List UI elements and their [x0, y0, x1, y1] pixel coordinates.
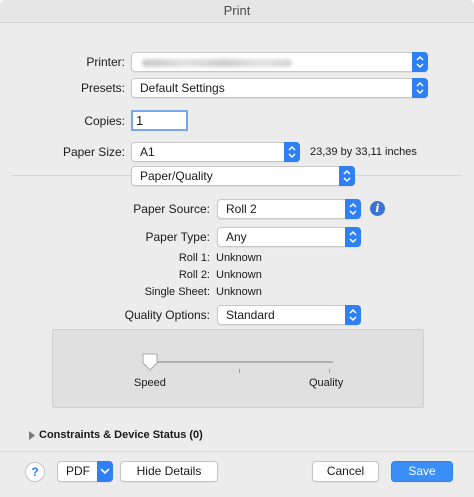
help-icon[interactable]: ? [25, 462, 45, 482]
chevron-updown-icon [412, 52, 428, 72]
print-dialog: Print Printer: Presets: Default Settings… [0, 0, 474, 497]
paper-size-popup[interactable]: A1 [131, 142, 300, 162]
copies-label: Copies: [84, 114, 125, 128]
paper-type-popup[interactable]: Any [217, 227, 361, 247]
copies-field[interactable]: 1 [131, 110, 188, 131]
paper-source-value: Roll 2 [226, 202, 257, 216]
roll1-label: Roll 1: [178, 252, 210, 264]
quality-options-popup[interactable]: Standard [217, 305, 361, 325]
disclosure-triangle-icon[interactable] [28, 431, 36, 440]
paper-source-popup[interactable]: Roll 2 [217, 199, 361, 219]
footer-divider [0, 451, 474, 452]
quality-slider-panel: Speed Quality [52, 329, 424, 408]
slider-knob[interactable] [142, 353, 158, 371]
slider-tick [239, 369, 240, 373]
section-popup[interactable]: Paper/Quality [131, 166, 355, 186]
save-button[interactable]: Save [391, 461, 453, 482]
paper-source-label: Paper Source: [133, 202, 210, 216]
hide-details-button[interactable]: Hide Details [120, 461, 218, 482]
slider-speed-label: Speed [134, 377, 166, 389]
slider-quality-label: Quality [309, 377, 344, 389]
window-title: Print [0, 0, 474, 23]
paper-type-value: Any [226, 230, 247, 244]
roll2-label: Roll 2: [178, 269, 210, 281]
paper-type-label: Paper Type: [145, 230, 211, 244]
presets-value: Default Settings [140, 81, 225, 95]
presets-popup[interactable]: Default Settings [131, 78, 428, 98]
roll1-value: Unknown [216, 252, 262, 264]
chevron-updown-icon [345, 199, 361, 219]
quality-options-value: Standard [226, 308, 275, 322]
chevron-updown-icon [345, 305, 361, 325]
chevron-updown-icon [412, 78, 428, 98]
constraints-disclosure[interactable]: Constraints & Device Status (0) [39, 429, 203, 441]
single-sheet-value: Unknown [216, 286, 262, 298]
single-sheet-label: Single Sheet: [144, 286, 210, 298]
printer-name-redacted [142, 59, 292, 67]
paper-size-value: A1 [140, 145, 155, 159]
pdf-menu-button[interactable]: PDF [57, 461, 113, 482]
printer-popup[interactable] [131, 52, 428, 72]
slider-tick [329, 369, 330, 373]
quality-options-label: Quality Options: [124, 308, 210, 322]
chevron-updown-icon [345, 227, 361, 247]
slider-track[interactable] [149, 361, 333, 363]
chevron-updown-icon [339, 166, 355, 186]
paper-size-label: Paper Size: [62, 145, 125, 159]
chevron-updown-icon [284, 142, 300, 162]
chevron-down-icon [97, 461, 113, 482]
info-icon[interactable]: i [370, 201, 385, 216]
cancel-button[interactable]: Cancel [312, 461, 379, 482]
printer-label: Printer: [86, 55, 125, 69]
paper-dimensions: 23,39 by 33,11 inches [310, 146, 417, 158]
presets-label: Presets: [80, 81, 125, 95]
pdf-label: PDF [66, 464, 90, 478]
roll2-value: Unknown [216, 269, 262, 281]
section-value: Paper/Quality [140, 169, 213, 183]
